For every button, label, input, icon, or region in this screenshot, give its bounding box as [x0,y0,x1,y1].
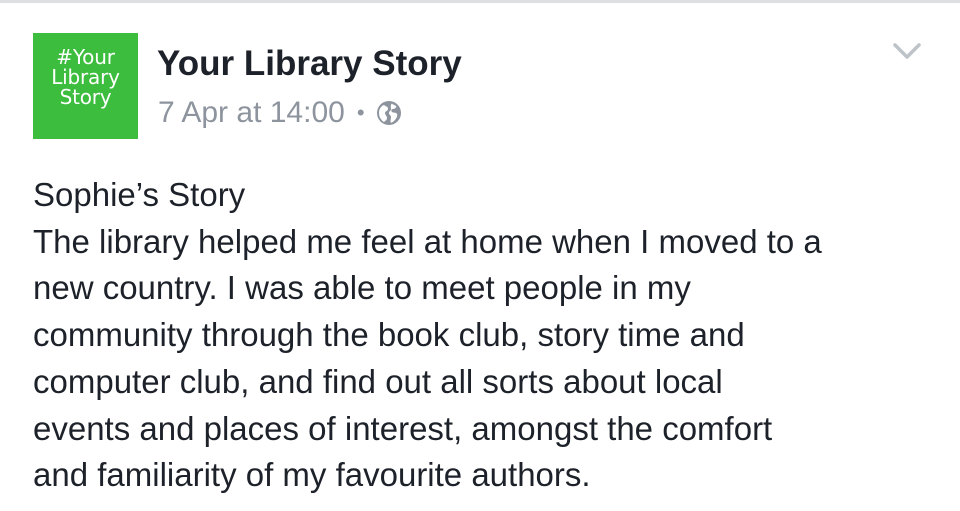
meta-separator: • [356,100,365,125]
post-title: Sophie’s Story [33,176,246,213]
globe-icon[interactable] [376,100,402,126]
avatar-text-line-1: #Your [56,45,115,69]
facebook-post: #Your Library Story Your Library Story 7… [0,0,960,511]
post-body-line: The library helped me feel at home when … [33,222,822,260]
post-timestamp-link[interactable]: 7 Apr at 14:00 [158,96,345,130]
post-body-line: new country. I was able to meet people i… [33,269,691,307]
post-body-line: and familiarity of my favourite authors. [33,456,591,494]
post-body-line: computer club, and find out all sorts ab… [33,362,723,400]
post-body: Sophie’s Story The library helped me fee… [33,172,943,499]
page-avatar[interactable]: #Your Library Story [33,33,138,139]
post-meta: 7 Apr at 14:00 • [158,95,402,131]
author-name-link[interactable]: Your Library Story [157,44,462,84]
avatar-text-line-3: Story [59,85,112,109]
chevron-down-icon[interactable] [890,40,924,62]
post-body-line: events and places of interest, amongst t… [33,409,773,447]
post-body-line: community through the book club, story t… [33,316,745,354]
avatar-text-line-2: Library [51,65,120,89]
